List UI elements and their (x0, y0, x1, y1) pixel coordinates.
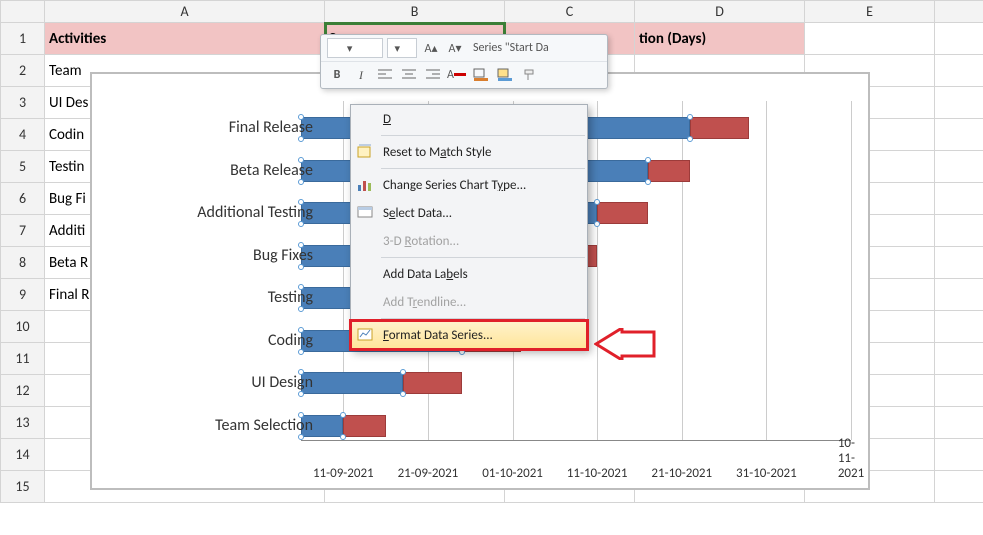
context-menu: D Reset to Match Style Change Series Cha… (350, 104, 588, 350)
menu-reset-match-style[interactable]: Reset to Match Style (351, 138, 587, 166)
row-header[interactable]: 9 (1, 279, 45, 311)
selection-handle[interactable] (687, 114, 693, 120)
x-tick-label: 11-10-2021 (567, 466, 628, 481)
row-header[interactable]: 15 (1, 471, 45, 503)
row-header[interactable]: 2 (1, 55, 45, 87)
series-duration-bar[interactable] (648, 160, 690, 182)
category-label: Team Selection (113, 416, 313, 435)
row-header[interactable]: 14 (1, 439, 45, 471)
selection-handle[interactable] (400, 369, 406, 375)
col-header-D[interactable]: D (635, 1, 805, 23)
series-duration-bar[interactable] (690, 117, 749, 139)
chart-type-icon (357, 176, 375, 194)
reset-icon (357, 143, 375, 161)
series-duration-bar[interactable] (597, 202, 648, 224)
align-center-icon[interactable] (399, 65, 419, 85)
category-label: Beta Release (113, 161, 313, 180)
row-header[interactable]: 8 (1, 247, 45, 279)
selection-handle[interactable] (594, 199, 600, 205)
x-tick-label: 31-10-2021 (736, 466, 797, 481)
format-series-icon (357, 326, 375, 344)
col-header-B[interactable]: B (325, 1, 505, 23)
font-family-select[interactable]: ▾ (327, 38, 383, 58)
col-header-A[interactable]: A (45, 1, 325, 23)
font-color-icon[interactable]: A (447, 65, 467, 85)
menu-3d-rotation: 3-D Rotation... (351, 227, 587, 255)
mini-toolbar: ▾ ▾ A▴ A▾ Series "Start Da B I A (320, 34, 608, 89)
row-header[interactable]: 11 (1, 343, 45, 375)
x-tick-label: 21-10-2021 (651, 466, 712, 481)
increase-font-icon[interactable]: A▴ (421, 38, 441, 58)
row-header[interactable]: 3 (1, 87, 45, 119)
series-name-display: Series "Start Da (469, 38, 601, 58)
italic-button[interactable]: I (351, 65, 371, 85)
category-label: Coding (113, 331, 313, 350)
menu-add-trendline: Add Trendline... (351, 288, 587, 316)
col-header-E[interactable]: E (805, 1, 935, 23)
cell-F1[interactable] (935, 23, 983, 55)
decrease-font-icon[interactable]: A▾ (445, 38, 465, 58)
category-label: Additional Testing (113, 203, 313, 222)
row-header[interactable]: 13 (1, 407, 45, 439)
shape-outline-icon[interactable] (471, 65, 491, 85)
menu-add-data-labels[interactable]: Add Data Labels (351, 260, 587, 288)
x-tick-label: 01-10-2021 (482, 466, 543, 481)
x-tick-label: 10-11-2021 (838, 436, 864, 481)
corner-cell[interactable] (1, 1, 45, 23)
series-duration-bar[interactable] (343, 415, 385, 437)
selection-handle[interactable] (400, 391, 406, 397)
selection-handle[interactable] (594, 221, 600, 227)
align-right-icon[interactable] (423, 65, 443, 85)
row-header[interactable]: 6 (1, 183, 45, 215)
selection-handle[interactable] (645, 157, 651, 163)
format-painter-icon[interactable] (519, 65, 539, 85)
category-label: Final Release (113, 118, 313, 137)
selection-handle[interactable] (340, 434, 346, 440)
align-left-icon[interactable] (375, 65, 395, 85)
selection-handle[interactable] (340, 412, 346, 418)
series-duration-bar[interactable] (403, 372, 462, 394)
menu-format-data-series[interactable]: Format Data Series... (351, 321, 587, 349)
selection-handle[interactable] (687, 136, 693, 142)
col-header-F[interactable]: F (935, 1, 983, 23)
selection-handle[interactable] (645, 179, 651, 185)
row-header[interactable]: 7 (1, 215, 45, 247)
series-start-date-bar[interactable] (301, 372, 403, 394)
row-header[interactable]: 4 (1, 119, 45, 151)
x-tick-label: 11-09-2021 (313, 466, 374, 481)
row-header[interactable]: 1 (1, 23, 45, 55)
cell-E1[interactable] (805, 23, 935, 55)
cell-D1[interactable]: tion (Days) (635, 23, 805, 55)
annotation-arrow (594, 328, 656, 364)
menu-select-data[interactable]: Select Data... (351, 199, 587, 227)
menu-delete[interactable]: D (351, 105, 587, 133)
x-tick-label: 21-09-2021 (398, 466, 459, 481)
category-label: Bug Fixes (113, 246, 313, 265)
cell-A1[interactable]: Activities (45, 23, 325, 55)
select-data-icon (357, 204, 375, 222)
category-label: Testing (113, 288, 313, 307)
menu-change-series-chart-type[interactable]: Change Series Chart Type... (351, 171, 587, 199)
category-label: UI Design (113, 373, 313, 392)
shape-fill-icon[interactable] (495, 65, 515, 85)
row-header[interactable]: 12 (1, 375, 45, 407)
bold-button[interactable]: B (327, 65, 347, 85)
font-size-select[interactable]: ▾ (387, 38, 417, 58)
row-header[interactable]: 5 (1, 151, 45, 183)
col-header-C[interactable]: C (505, 1, 635, 23)
row-header[interactable]: 10 (1, 311, 45, 343)
